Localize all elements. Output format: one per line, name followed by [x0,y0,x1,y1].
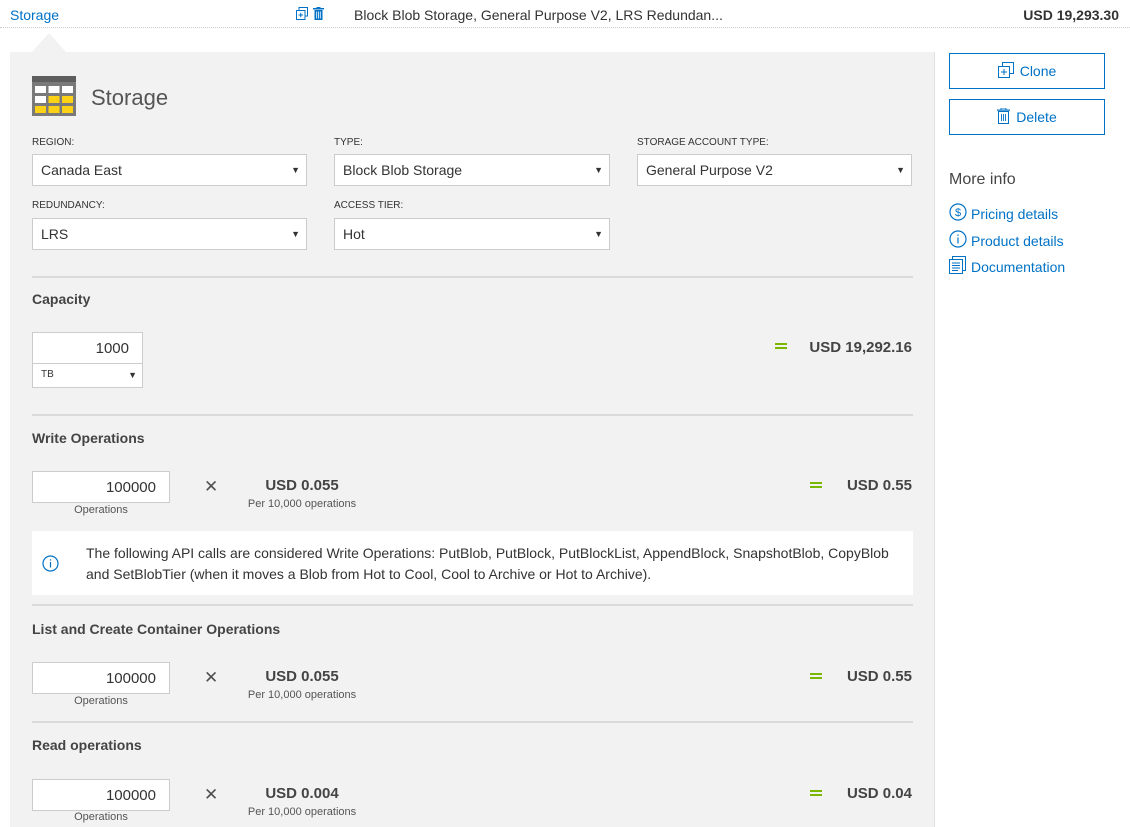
delete-label: Delete [1016,109,1057,125]
read-ops-title: Read operations [32,737,142,753]
list-ops-input[interactable]: 100000 [32,662,170,694]
write-ops-title: Write Operations [32,430,145,446]
region-select[interactable]: Canada East ▼ [32,154,307,186]
panel-pointer [32,33,66,52]
section-divider [32,721,913,723]
access-tier-select[interactable]: Hot ▼ [334,218,610,250]
multiply-icon: ✕ [204,785,219,804]
write-ops-input[interactable]: 100000 [32,471,170,503]
list-ops-title: List and Create Container Operations [32,621,281,637]
chevron-down-icon: ▼ [291,229,300,239]
read-ops-rate-unit: Per 10,000 operations [247,806,357,818]
type-select[interactable]: Block Blob Storage ▼ [334,154,610,186]
redundancy-value: LRS [41,226,69,242]
service-title: Storage [91,84,169,110]
product-details-label: Product details [971,232,1064,249]
list-ops-unit-label: Operations [74,695,128,707]
documentation-label: Documentation [971,258,1066,275]
service-link[interactable]: Storage [10,7,59,23]
delete-button[interactable]: Delete [949,99,1105,135]
equals-icon [775,342,787,350]
access-tier-label: ACCESS TIER: [334,200,404,211]
write-ops-unit-label: Operations [74,504,128,516]
documentation-link[interactable]: Documentation [949,256,1065,277]
capacity-unit-value: TB [41,369,54,380]
capacity-title: Capacity [32,291,91,307]
read-ops-unit-label: Operations [74,811,128,823]
equals-icon [810,481,822,489]
svg-text:$: $ [955,207,961,219]
type-label: TYPE: [334,137,363,148]
write-ops-info: The following API calls are considered W… [32,531,913,595]
clone-label: Clone [1019,63,1057,79]
write-ops-rate-unit: Per 10,000 operations [247,498,357,510]
clone-button[interactable]: Clone [949,53,1105,89]
account-type-label: STORAGE ACCOUNT TYPE: [637,137,769,148]
equals-icon [810,672,822,680]
write-ops-info-text: The following API calls are considered W… [86,545,889,582]
region-value: Canada East [41,162,122,178]
more-info-title: More info [949,171,1016,188]
chevron-down-icon: ▼ [594,229,603,239]
redundancy-label: REDUNDANCY: [32,200,105,211]
pricing-details-link[interactable]: $ Pricing details [949,203,1058,224]
read-ops-total: USD 0.04 [846,785,912,802]
estimate-summary: Block Blob Storage, General Purpose V2, … [354,7,723,23]
section-divider [32,276,913,278]
list-ops-total: USD 0.55 [846,668,912,685]
info-icon [949,230,967,251]
section-divider [32,604,913,606]
chevron-down-icon: ▼ [896,165,905,175]
delete-icon [997,107,1011,127]
delete-icon[interactable] [313,7,325,21]
product-details-link[interactable]: Product details [949,230,1064,251]
estimate-total: USD 19,293.30 [1023,7,1119,23]
dollar-icon: $ [949,203,967,224]
info-icon [42,555,59,575]
clone-icon[interactable] [296,7,308,21]
pricing-details-label: Pricing details [971,205,1059,222]
access-tier-value: Hot [343,226,365,242]
clone-icon [997,61,1014,81]
equals-icon [810,789,822,797]
redundancy-select[interactable]: LRS ▼ [32,218,307,250]
read-ops-rate: USD 0.004 [265,785,339,802]
account-type-select[interactable]: General Purpose V2 ▼ [637,154,912,186]
storage-icon [32,76,76,119]
write-ops-rate: USD 0.055 [265,477,339,494]
estimate-row: Storage Block Blob Storage, General Purp… [0,0,1130,28]
multiply-icon: ✕ [204,668,219,687]
list-ops-rate-unit: Per 10,000 operations [247,689,357,701]
chevron-down-icon: ▼ [128,370,137,380]
document-icon [949,256,967,277]
write-ops-total: USD 0.55 [846,477,912,494]
config-panel: Storage REGION: Canada East ▼ TYPE: Bloc… [10,52,935,827]
chevron-down-icon: ▼ [594,165,603,175]
read-ops-input[interactable]: 100000 [32,779,170,811]
section-divider [32,414,913,416]
multiply-icon: ✕ [204,477,219,496]
region-label: REGION: [32,137,75,148]
service-header: Storage [32,76,168,119]
row-actions [296,7,325,21]
chevron-down-icon: ▼ [291,165,300,175]
capacity-input[interactable]: 1000 [32,332,143,364]
capacity-unit-select[interactable]: TB ▼ [32,364,143,388]
capacity-total: USD 19,292.16 [809,339,912,356]
list-ops-rate: USD 0.055 [265,668,339,685]
type-value: Block Blob Storage [343,162,463,178]
account-type-value: General Purpose V2 [646,162,773,178]
